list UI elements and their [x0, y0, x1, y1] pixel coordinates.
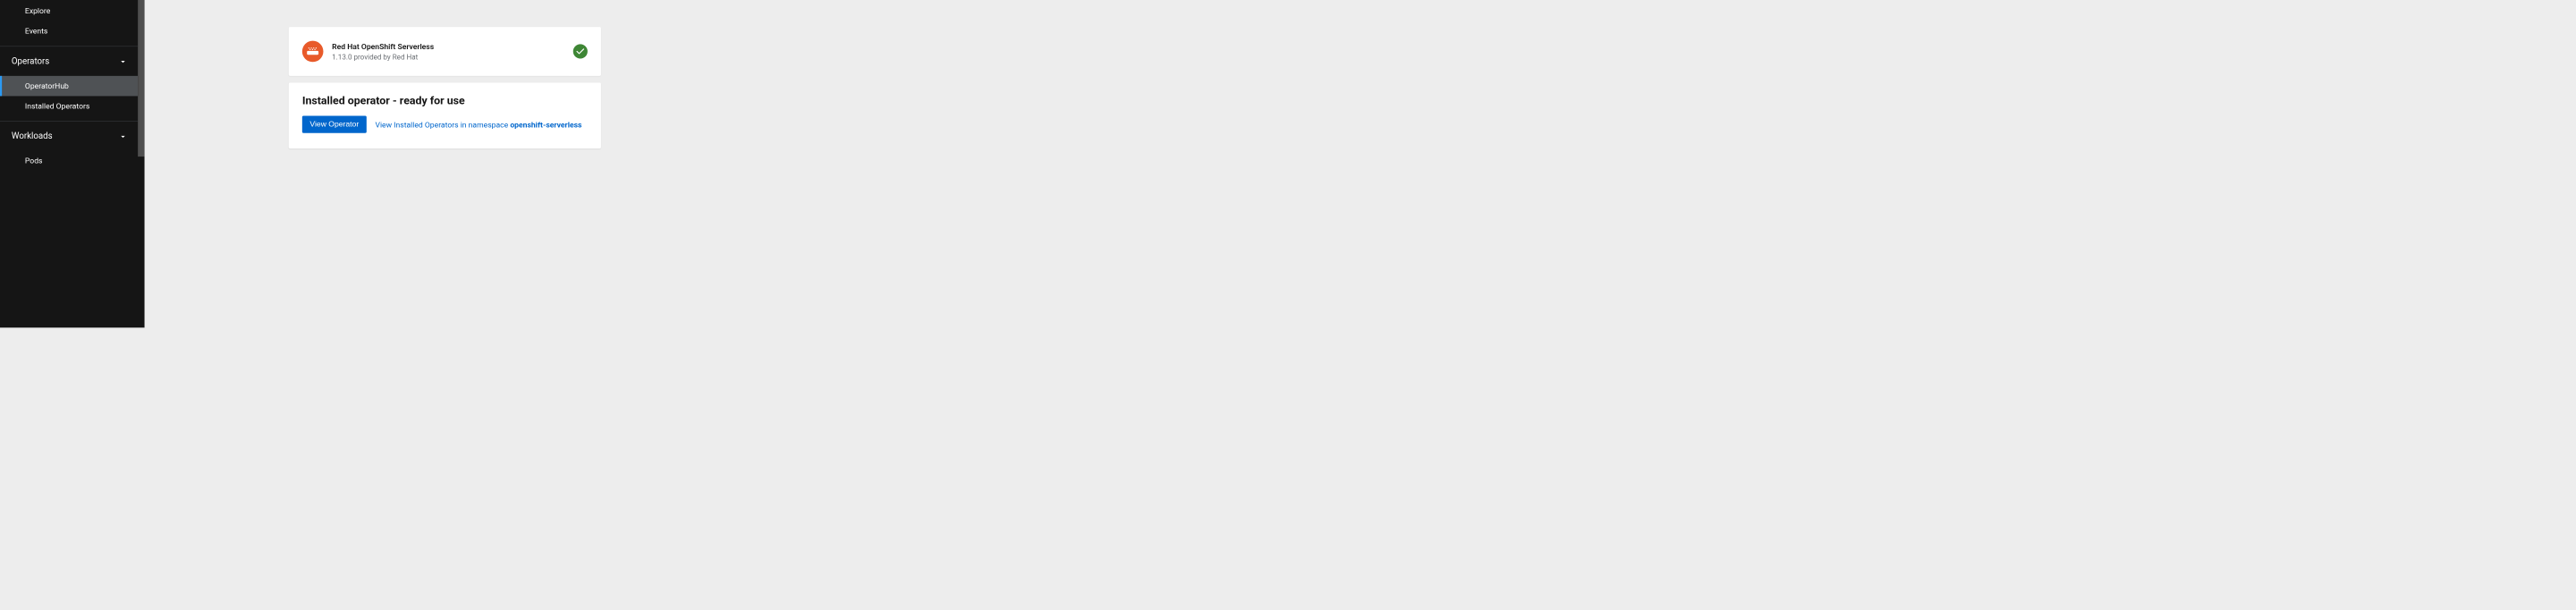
success-check-icon [573, 44, 588, 58]
sidebar-item-installed-operators[interactable]: Installed Operators [0, 96, 138, 121]
view-installed-operators-link[interactable]: View Installed Operators in namespace op… [375, 120, 581, 129]
operator-subtitle: 1.13.0 provided by Red Hat [332, 53, 573, 62]
link-text-prefix: View Installed Operators in namespace [375, 120, 510, 129]
sidebar-section-workloads[interactable]: Workloads [0, 121, 138, 150]
operator-status-card: Installed operator - ready for use View … [289, 82, 601, 148]
chevron-down-icon [120, 133, 127, 140]
sidebar-item-pods[interactable]: Pods [0, 151, 138, 172]
status-title: Installed operator - ready for use [302, 94, 588, 107]
sidebar-section-operators[interactable]: Operators [0, 47, 138, 76]
chevron-down-icon [120, 58, 127, 65]
operator-summary-card: Red Hat OpenShift Serverless 1.13.0 prov… [289, 27, 601, 76]
sidebar-section-label: Workloads [12, 131, 53, 141]
sidebar: Explore Events Operators OperatorHub Ins… [0, 0, 145, 327]
sidebar-scrollbar[interactable] [138, 0, 145, 157]
operator-title: Red Hat OpenShift Serverless [332, 41, 573, 52]
sidebar-item-explore[interactable]: Explore [0, 0, 138, 21]
sidebar-item-operatorhub[interactable]: OperatorHub [0, 76, 138, 97]
main-content: Red Hat OpenShift Serverless 1.13.0 prov… [145, 0, 1384, 327]
sidebar-item-label: Events [25, 27, 47, 36]
view-operator-button[interactable]: View Operator [302, 115, 367, 132]
sidebar-item-label: Explore [25, 6, 50, 15]
sidebar-item-events[interactable]: Events [0, 21, 138, 47]
operator-product-icon [302, 41, 324, 63]
sidebar-section-label: Operators [12, 56, 49, 66]
link-namespace: openshift-serverless [510, 120, 581, 129]
sidebar-item-label: Installed Operators [25, 101, 89, 110]
sidebar-item-label: Pods [25, 157, 43, 165]
sidebar-item-label: OperatorHub [25, 81, 69, 90]
